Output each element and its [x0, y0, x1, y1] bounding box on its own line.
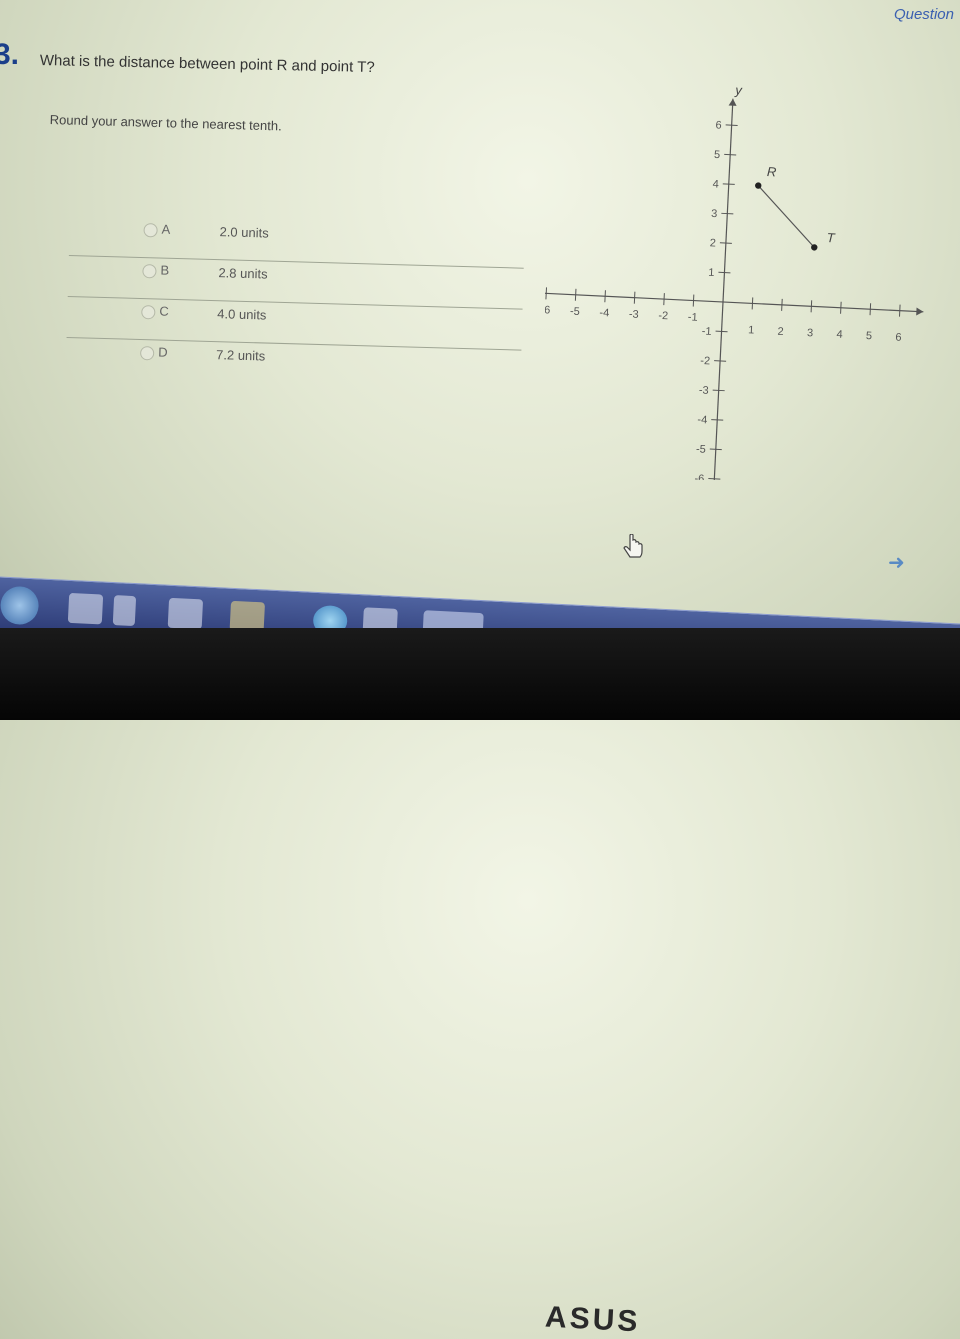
screen: Question 3. What is the distance between… [0, 0, 960, 580]
x-tick [574, 288, 577, 301]
x-tick-label: -5 [570, 306, 580, 318]
x-tick-label: -3 [629, 308, 639, 320]
y-tick-label: -5 [696, 443, 706, 455]
x-tick-label: 1 [748, 324, 755, 336]
radio-button[interactable] [139, 346, 155, 361]
start-button-icon[interactable] [0, 585, 40, 626]
choice-letter: A [161, 221, 171, 237]
choice-value: 2.8 units [218, 265, 268, 282]
x-tick [810, 300, 813, 313]
x-tick [545, 287, 548, 300]
y-axis-arrow [728, 98, 737, 106]
x-tick [604, 290, 606, 303]
y-tick-label: -4 [697, 414, 707, 426]
hand-pointer-icon [623, 534, 643, 558]
point-label-t: T [826, 230, 836, 245]
x-tick-label: 3 [807, 327, 814, 339]
y-tick [714, 360, 727, 362]
question-text: What is the distance between point R and… [39, 52, 375, 77]
radio-button[interactable] [143, 223, 158, 238]
y-tick-label: 6 [715, 119, 722, 131]
x-tick-label: 5 [866, 330, 873, 342]
x-tick-label: 2 [777, 326, 784, 338]
arrow-right-icon[interactable]: ➜ [888, 550, 905, 575]
x-tick-label: -6 [545, 304, 551, 316]
y-tick-label: 5 [714, 149, 721, 161]
laptop-bezel: ASUS [0, 628, 960, 1338]
x-tick-label: -2 [658, 310, 668, 322]
y-axis-label: y [734, 82, 744, 97]
y-tick [718, 271, 731, 274]
answer-choices: A 2.0 units B 2.8 units C 4.0 units D 7.… [65, 215, 525, 392]
x-tick-label: 4 [836, 329, 843, 341]
x-tick [898, 304, 901, 317]
choice-letter: C [159, 303, 169, 319]
y-tick [725, 124, 738, 127]
taskbar-app-icon[interactable] [167, 597, 204, 630]
x-tick [751, 297, 754, 310]
y-tick-label: 3 [711, 208, 718, 220]
y-tick-label: -2 [700, 355, 710, 367]
y-tick [712, 389, 725, 392]
question-number: 3. [0, 38, 20, 71]
laptop-logo: ASUS [544, 1300, 642, 1339]
y-tick [721, 212, 734, 215]
radio-button[interactable] [142, 264, 157, 279]
x-tick-label: -1 [688, 311, 698, 323]
question-header-link[interactable]: Question [894, 6, 954, 23]
y-tick [715, 330, 728, 333]
y-tick-label: -3 [699, 384, 709, 396]
y-tick-label: 4 [712, 178, 719, 190]
x-tick-label: -4 [599, 307, 609, 319]
x-tick [692, 294, 695, 307]
question-instruction: Round your answer to the nearest tenth. [49, 112, 282, 134]
segment-rt [757, 185, 815, 248]
y-tick [708, 477, 721, 480]
choice-letter: D [157, 344, 168, 360]
x-tick [663, 293, 665, 306]
y-tick [709, 448, 722, 451]
y-tick-label: 1 [708, 267, 715, 279]
radio-button[interactable] [141, 305, 156, 320]
x-tick [840, 301, 842, 314]
x-tick [781, 298, 783, 311]
y-tick [722, 183, 735, 185]
choice-letter: B [160, 262, 170, 278]
choice-value: 2.0 units [219, 224, 269, 241]
choice-value: 7.2 units [215, 347, 266, 364]
choice-value: 4.0 units [217, 306, 267, 323]
y-tick [719, 242, 732, 244]
x-tick [633, 291, 636, 304]
y-tick-label: -1 [701, 326, 711, 338]
x-axis-arrow [916, 307, 924, 316]
y-tick [711, 419, 724, 421]
coordinate-graph: y -6 -5 -4 -3 -2 -1 1 2 3 4 5 6 6 5 4 3 2 1 -1 -2 -3 -4 -5 -6 R T [545, 82, 924, 480]
y-tick-label: 2 [709, 237, 716, 249]
x-tick [869, 303, 872, 316]
y-tick [724, 153, 737, 156]
point-label-r: R [767, 164, 777, 179]
taskbar-app-icon[interactable] [67, 592, 104, 625]
x-tick-label: 6 [895, 331, 902, 343]
taskbar-app-icon[interactable] [112, 595, 137, 627]
y-tick-label: -6 [694, 473, 704, 480]
